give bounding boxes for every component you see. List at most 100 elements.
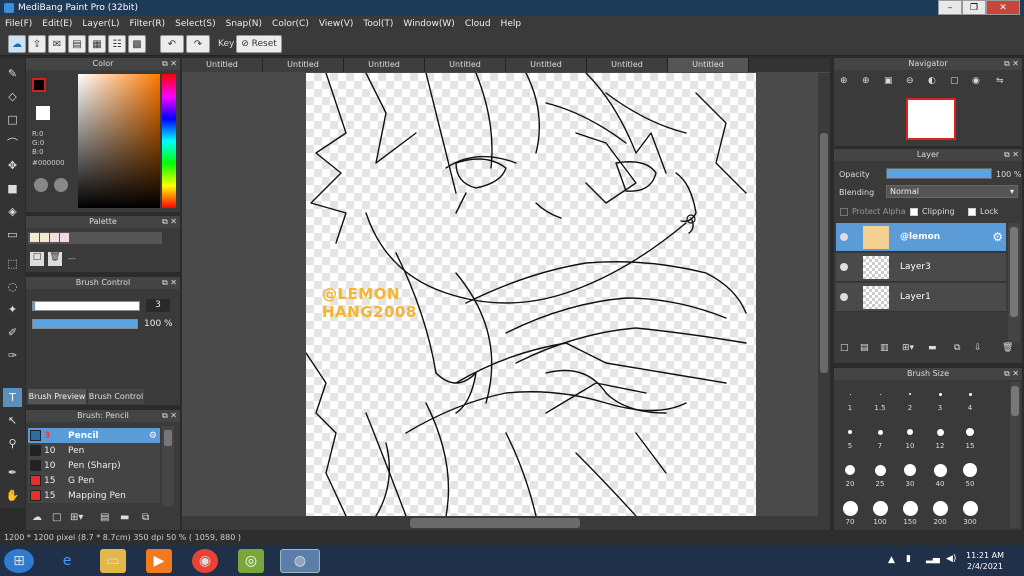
maximize-button[interactable]: ❐ — [962, 0, 986, 15]
brush-cloud-icon[interactable]: ☁ — [32, 512, 42, 523]
brush-size-option[interactable]: 20 — [836, 460, 864, 488]
palette-swatch[interactable] — [60, 233, 69, 242]
new-layer-icon[interactable]: □ — [840, 343, 849, 353]
select-rect-tool-icon[interactable]: ⬚ — [3, 254, 22, 273]
tab-untitled-active[interactable]: Untitled — [668, 58, 749, 72]
select-eraser-tool-icon[interactable]: ✑ — [3, 346, 22, 365]
menu-edit[interactable]: Edit(E) — [37, 19, 77, 29]
magic-wand-tool-icon[interactable]: ✦ — [3, 300, 22, 319]
brush-item[interactable]: 3 Pencil ⚙ — [28, 428, 160, 443]
file-explorer-icon[interactable]: ▭ — [100, 549, 126, 573]
reset-button[interactable]: ⊘ Reset — [236, 35, 282, 53]
brush-size-option[interactable]: 300 — [956, 498, 984, 526]
navigator-preview[interactable] — [906, 98, 956, 140]
pen-tool-icon[interactable]: ✒ — [3, 463, 22, 482]
blur-tool-icon[interactable]: ⌒ — [3, 133, 22, 152]
brush-size-option[interactable]: 200 — [926, 498, 954, 526]
layer-item[interactable]: @lemon ⚙ — [836, 223, 1006, 252]
tray-network-icon[interactable]: ▮ — [906, 554, 911, 564]
brush-size-option[interactable]: 5 — [836, 422, 864, 450]
brush-size-option[interactable]: 70 — [836, 498, 864, 526]
palette-swatch[interactable] — [40, 233, 49, 242]
brush-size-option[interactable]: 1 — [836, 384, 864, 412]
eyedropper-tool-icon[interactable]: ⚲ — [3, 434, 22, 453]
start-button-icon[interactable]: ⊞ — [4, 549, 34, 573]
add-brush-icon[interactable]: ⊞▾ — [70, 512, 83, 523]
internet-explorer-icon[interactable]: e — [54, 549, 80, 573]
brush-size-option[interactable]: 12 — [926, 422, 954, 450]
duplicate-brush-icon[interactable]: ⧉ — [142, 512, 149, 523]
tray-arrow-icon[interactable]: ▲ — [888, 555, 895, 565]
system-clock[interactable]: 11:21 AM 2/4/2021 — [966, 550, 1004, 572]
brush-size-option[interactable]: 3 — [926, 384, 954, 412]
delete-palette-icon[interactable]: 🗑 — [48, 252, 62, 266]
layer-item[interactable]: Layer1 — [836, 283, 1006, 312]
share-icon[interactable]: ⇪ — [28, 35, 46, 53]
new-palette-icon[interactable]: □ — [30, 252, 44, 266]
brush-size-option[interactable]: 10 — [896, 422, 924, 450]
palette-swatch[interactable] — [50, 233, 59, 242]
scroll-thumb[interactable] — [820, 133, 828, 373]
gear-icon[interactable]: ⚙ — [149, 431, 157, 441]
tab-brush-control[interactable]: Brush Control — [88, 389, 144, 404]
gear-icon[interactable]: ⚙ — [992, 230, 1003, 244]
canvas-horizontal-scrollbar[interactable] — [182, 516, 830, 530]
color-mode-icon[interactable] — [34, 178, 48, 192]
menu-file[interactable]: File(F) — [0, 19, 37, 29]
undo-button[interactable]: ↶ — [160, 35, 184, 53]
brush-size-option[interactable]: 4 — [956, 384, 984, 412]
clipping-checkbox[interactable] — [910, 208, 918, 216]
zoom-in-alt-icon[interactable]: ⊕ — [862, 76, 870, 86]
brush-list-scrollbar[interactable] — [162, 426, 174, 506]
brush-item[interactable]: 15 G Pen — [28, 473, 160, 488]
document-icon[interactable]: ▦ — [88, 35, 106, 53]
brush-size-option[interactable]: 30 — [896, 460, 924, 488]
dot-tool-icon[interactable]: □ — [3, 110, 22, 129]
tab-untitled[interactable]: Untitled — [506, 58, 587, 72]
hue-slider[interactable] — [162, 74, 176, 208]
gradient-tool-icon[interactable]: ▭ — [3, 225, 22, 244]
hand-tool-icon[interactable]: ✋ — [3, 486, 22, 505]
panel-controls-icon[interactable]: ⧉ ✕ — [162, 410, 177, 422]
background-color-swatch[interactable] — [36, 106, 50, 120]
brush-size-option[interactable]: 15 — [956, 422, 984, 450]
operation-tool-icon[interactable]: ↖ — [3, 411, 22, 430]
menu-color[interactable]: Color(C) — [267, 19, 314, 29]
menu-help[interactable]: Help — [496, 19, 527, 29]
delete-layer-icon[interactable]: 🗑 — [1002, 343, 1013, 353]
zoom-out-icon[interactable]: ⊖ — [906, 76, 914, 86]
menu-window[interactable]: Window(W) — [398, 19, 459, 29]
layer-opacity-slider[interactable] — [886, 168, 992, 179]
fit-icon[interactable]: ▣ — [884, 76, 893, 86]
panel-controls-icon[interactable]: ⧉ ✕ — [1004, 149, 1019, 161]
menu-filter[interactable]: Filter(R) — [125, 19, 171, 29]
new-8bit-layer-icon[interactable]: ▤ — [860, 343, 869, 353]
brush-size-slider[interactable] — [32, 301, 140, 311]
panel-controls-icon[interactable]: ⧉ ✕ — [162, 58, 177, 70]
lasso-tool-icon[interactable]: ◌ — [3, 277, 22, 296]
brush-size-value[interactable]: 3 — [146, 299, 170, 312]
app-icon-green[interactable]: ◎ — [238, 549, 264, 573]
brush-size-option[interactable]: 25 — [866, 460, 894, 488]
new-1bit-layer-icon[interactable]: ▥ — [880, 343, 889, 353]
zoom-in-icon[interactable]: ⊕ — [840, 76, 848, 86]
blending-select[interactable]: Normal ▾ — [886, 185, 1018, 198]
minimize-button[interactable]: – — [938, 0, 962, 15]
new-brush-icon[interactable]: □ — [52, 512, 61, 523]
brush-size-option[interactable]: 50 — [956, 460, 984, 488]
visibility-icon[interactable] — [840, 263, 848, 271]
lock-checkbox[interactable] — [968, 208, 976, 216]
grid-icon[interactable]: ▩ — [128, 35, 146, 53]
panel-controls-icon[interactable]: ⧉ ✕ — [162, 277, 177, 289]
select-pen-tool-icon[interactable]: ✐ — [3, 323, 22, 342]
panel-controls-icon[interactable]: ⧉ ✕ — [162, 216, 177, 228]
brush-item[interactable]: 15 Mapping Pen — [28, 488, 160, 503]
brush-settings-icon[interactable]: ▤ — [100, 512, 109, 523]
menu-tool[interactable]: Tool(T) — [358, 19, 398, 29]
tab-untitled[interactable]: Untitled — [425, 58, 506, 72]
add-layer-menu-icon[interactable]: ⊞▾ — [902, 343, 914, 353]
protect-alpha-checkbox[interactable] — [840, 208, 848, 216]
menu-cloud[interactable]: Cloud — [460, 19, 496, 29]
brush-size-option[interactable]: 2 — [896, 384, 924, 412]
scroll-thumb[interactable] — [410, 518, 580, 528]
